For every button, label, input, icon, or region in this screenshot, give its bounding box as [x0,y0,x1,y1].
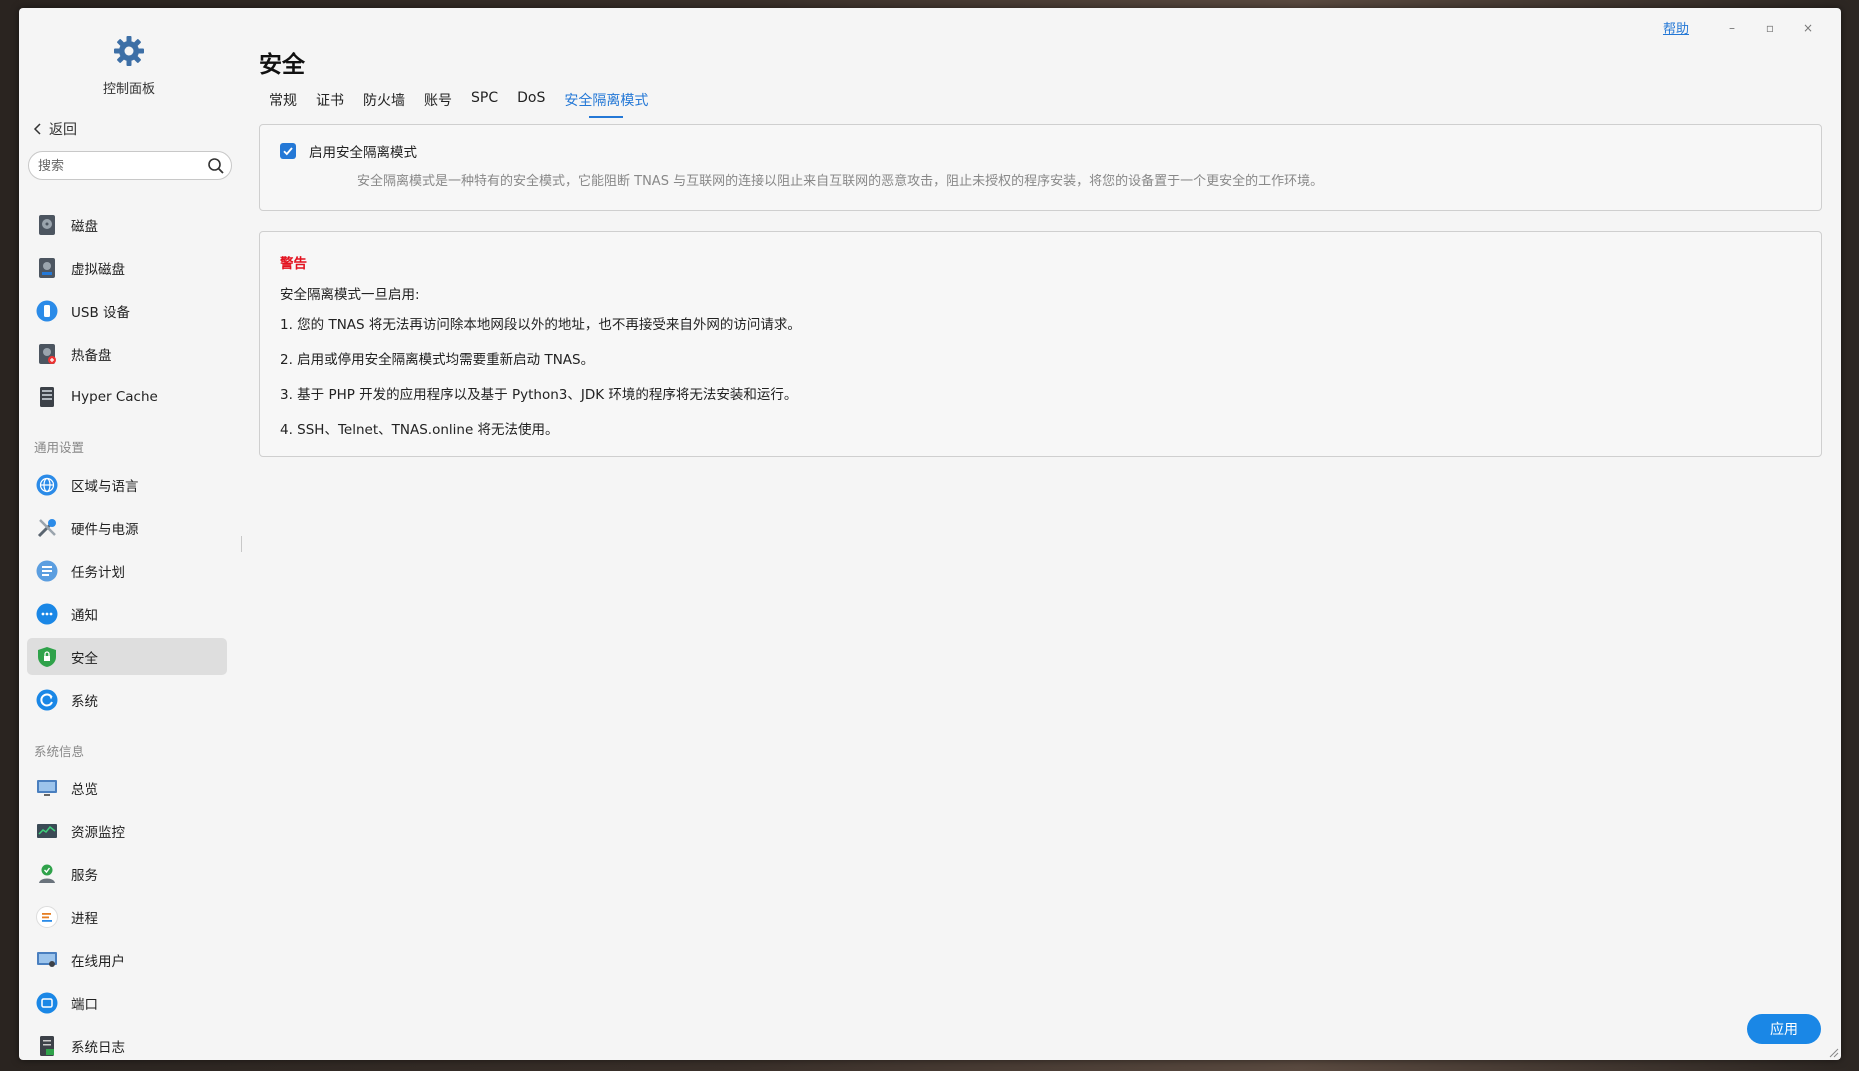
sidebar-item-resource-monitor[interactable]: 资源监控 [27,812,227,849]
section-system-info: 系统信息 [34,744,85,759]
sidebar-resize-handle[interactable] [241,536,242,552]
sidebar-item-label: 服务 [71,867,98,884]
online-users-icon [37,951,57,967]
main-content: 安全 常规 证书 防火墙 账号 SPC DoS 安全隔离模式 启用安全隔离模式 … [259,8,1841,1060]
warning-item: 2. 启用或停用安全隔离模式均需要重新启动 TNAS。 [280,352,595,368]
sidebar-item-label: 资源监控 [71,824,125,841]
isolation-checkbox-row[interactable]: 启用安全隔离模式 [280,141,417,161]
sidebar-item-label: 通知 [71,607,98,624]
warning-intro: 安全隔离模式一旦启用: [280,287,420,303]
sidebar-item-label: 总览 [71,781,98,798]
warning-item: 4. SSH、Telnet、TNAS.online 将无法使用。 [280,422,559,438]
page-title: 安全 [259,52,305,78]
sidebar-item-label: 硬件与电源 [71,521,139,538]
virtual-disk-icon [39,257,55,278]
tab-bar: 常规 证书 防火墙 账号 SPC DoS 安全隔离模式 [269,90,667,118]
sidebar-item-hot-spare[interactable]: 热备盘 [27,335,227,372]
app-title: 控制面板 [102,82,155,97]
chat-bubble-icon [36,603,58,624]
sidebar: 控制面板 返回 磁盘 虚拟磁盘 USB 设备 热备盘 Hyp [19,8,239,1060]
monitor-icon [37,779,57,796]
sidebar-item-system-log[interactable]: 系统日志 [27,1027,227,1060]
isolation-checkbox-label: 启用安全隔离模式 [309,145,417,161]
isolation-checkbox[interactable] [280,143,296,159]
sidebar-item-label: 虚拟磁盘 [71,261,125,278]
hot-spare-icon [39,343,56,364]
sidebar-item-online-users[interactable]: 在线用户 [27,941,227,978]
gear-icon [114,36,144,66]
sidebar-item-label: 系统日志 [71,1039,125,1056]
hyper-cache-icon [40,386,54,407]
resource-chart-icon [37,823,57,838]
shield-lock-icon [38,646,56,667]
sidebar-item-process[interactable]: 进程 [27,898,227,935]
sidebar-item-label: USB 设备 [71,304,131,321]
sidebar-item-label: 系统 [71,693,98,710]
disk-icon [39,214,55,235]
sidebar-item-label: 安全 [71,650,98,667]
sidebar-item-label: 磁盘 [71,218,98,235]
search-icon[interactable] [207,157,225,175]
sidebar-item-hardware-power[interactable]: 硬件与电源 [27,509,227,546]
usb-icon [36,300,58,321]
service-icon [39,864,55,883]
tab-account[interactable]: 账号 [424,90,452,118]
sidebar-item-notification[interactable]: 通知 [27,595,227,632]
warning-title: 警告 [280,256,307,272]
warning-card: 警告 安全隔离模式一旦启用: 1. 您的 TNAS 将无法再访问除本地网段以外的… [259,231,1822,457]
sidebar-item-label: 热备盘 [71,347,112,364]
isolation-settings-card: 启用安全隔离模式 安全隔离模式是一种特有的安全模式，它能阻断 TNAS 与互联网… [259,124,1822,211]
resize-grip-icon[interactable] [1827,1046,1839,1058]
sidebar-item-label: 端口 [71,996,98,1013]
tab-firewall[interactable]: 防火墙 [363,90,405,118]
system-refresh-icon [36,689,58,710]
tools-icon [37,518,56,537]
sidebar-item-label: Hyper Cache [71,388,158,405]
sidebar-item-disk[interactable]: 磁盘 [27,206,227,243]
sidebar-item-usb[interactable]: USB 设备 [27,292,227,329]
sidebar-item-label: 区域与语言 [71,478,139,495]
tab-dos[interactable]: DoS [517,90,545,118]
tab-general[interactable]: 常规 [269,90,297,118]
sidebar-item-label: 任务计划 [71,564,125,581]
back-label: 返回 [49,122,77,138]
section-general-settings: 通用设置 [34,440,85,455]
search-box [28,151,232,181]
log-icon [40,1035,54,1056]
sidebar-item-port[interactable]: 端口 [27,984,227,1021]
sidebar-item-service[interactable]: 服务 [27,855,227,892]
warning-item: 3. 基于 PHP 开发的应用程序以及基于 Python3、JDK 环境的程序将… [280,387,798,403]
isolation-description: 安全隔离模式是一种特有的安全模式，它能阻断 TNAS 与互联网的连接以阻止来自互… [357,174,1324,189]
tab-certificate[interactable]: 证书 [316,90,344,118]
checkmark-icon [283,147,293,156]
sidebar-item-system[interactable]: 系统 [27,681,227,718]
globe-icon [36,474,58,495]
app-header: 控制面板 [19,34,239,97]
chevron-left-icon [33,123,41,135]
search-input[interactable] [29,152,205,181]
sidebar-item-overview[interactable]: 总览 [27,769,227,806]
sidebar-item-security[interactable]: 安全 [27,638,227,675]
sidebar-item-label: 进程 [71,910,98,927]
port-icon [36,992,58,1013]
sidebar-item-task-schedule[interactable]: 任务计划 [27,552,227,589]
tab-security-isolation[interactable]: 安全隔离模式 [564,90,648,118]
tab-spc[interactable]: SPC [471,90,498,118]
sidebar-item-region-language[interactable]: 区域与语言 [27,466,227,503]
sidebar-item-label: 在线用户 [71,953,125,970]
task-list-icon [36,560,58,581]
process-list-icon [36,905,58,928]
control-panel-window: 帮助 – ▫ × 控制面板 返回 搜索 磁盘 虚拟磁盘 USB 设备 热备盘 H… [19,8,1841,1060]
back-button[interactable]: 返回 [31,119,77,139]
sidebar-item-hyper-cache[interactable]: Hyper Cache [27,378,227,415]
sidebar-item-virtual-disk[interactable]: 虚拟磁盘 [27,249,227,286]
warning-item: 1. 您的 TNAS 将无法再访问除本地网段以外的地址，也不再接受来自外网的访问… [280,317,801,333]
apply-button[interactable]: 应用 [1747,1014,1821,1044]
